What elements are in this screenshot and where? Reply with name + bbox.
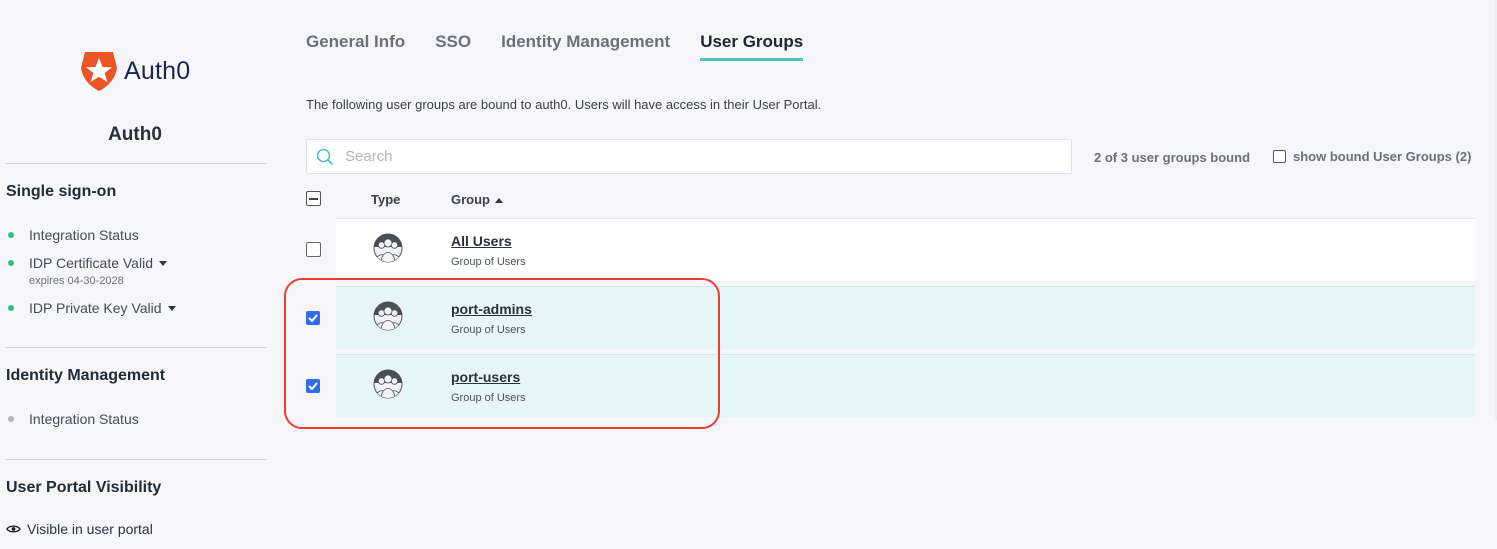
- checkmark-icon: [308, 314, 318, 322]
- group-type: Group of Users: [451, 256, 526, 268]
- search-icon: [316, 148, 334, 165]
- checkmark-icon: [308, 382, 318, 390]
- app-name: Auth0: [108, 124, 162, 145]
- description-text: The following user groups are bound to a…: [306, 97, 822, 112]
- bound-count: 2 of 3 user groups bound: [1094, 150, 1251, 165]
- group-name-link[interactable]: port-admins: [451, 301, 532, 317]
- auth0-shield-icon: [81, 52, 117, 91]
- section-title-user-portal-visibility: User Portal Visibility: [6, 479, 162, 496]
- tab-sso[interactable]: SSO: [435, 32, 471, 61]
- table-row: port-users Group of Users: [336, 354, 1475, 417]
- row-checkbox[interactable]: [306, 379, 320, 393]
- section-title-sso: Single sign-on: [6, 183, 117, 200]
- auth0-logo: Auth0: [80, 50, 190, 92]
- caret-down-icon[interactable]: [167, 305, 176, 311]
- tab-user-groups[interactable]: User Groups: [700, 32, 804, 61]
- visible-in-user-portal: Visible in user portal: [6, 521, 153, 537]
- column-header-group[interactable]: Group: [451, 192, 503, 207]
- row-checkbox[interactable]: [306, 242, 321, 257]
- divider: [6, 347, 266, 348]
- show-bound-checkbox[interactable]: [1273, 150, 1286, 163]
- show-bound-toggle[interactable]: show bound User Groups (2): [1273, 149, 1471, 164]
- group-name-link[interactable]: port-users: [451, 369, 520, 385]
- user-group-icon: [373, 233, 403, 263]
- certificate-expiry: expires 04-30-2028: [29, 275, 124, 287]
- column-header-type[interactable]: Type: [371, 192, 400, 207]
- status-dot-green: [8, 260, 14, 266]
- item-label: IDP Private Key Valid: [29, 300, 162, 316]
- section-title-identity-management: Identity Management: [6, 367, 166, 384]
- user-group-icon: [373, 301, 403, 331]
- item-label: Integration Status: [29, 411, 139, 427]
- table-row: All Users Group of Users: [336, 218, 1475, 281]
- search-input[interactable]: [343, 147, 1071, 166]
- item-label: Integration Status: [29, 227, 139, 243]
- eye-icon: [6, 525, 21, 533]
- search-box[interactable]: [306, 139, 1072, 174]
- status-dot-gray: [8, 416, 14, 422]
- show-bound-label[interactable]: show bound User Groups (2): [1293, 149, 1471, 164]
- caret-down-icon[interactable]: [158, 260, 167, 266]
- sso-integration-status: Integration Status: [8, 227, 139, 243]
- group-type: Group of Users: [451, 392, 526, 404]
- select-all-checkbox[interactable]: [306, 191, 321, 206]
- idp-private-key-valid[interactable]: IDP Private Key Valid: [8, 300, 176, 316]
- im-integration-status: Integration Status: [8, 411, 139, 427]
- user-group-icon: [373, 369, 403, 399]
- row-checkbox[interactable]: [306, 311, 320, 325]
- group-type: Group of Users: [451, 324, 526, 336]
- divider: [6, 459, 266, 460]
- item-label: Visible in user portal: [27, 521, 153, 537]
- sort-ascending-icon[interactable]: [495, 198, 503, 204]
- tab-general-info[interactable]: General Info: [306, 32, 405, 61]
- sidebar: Auth0 Auth0 Single sign-on Integration S…: [0, 0, 270, 549]
- item-label: IDP Certificate Valid: [29, 255, 153, 271]
- column-header-group-label[interactable]: Group: [451, 192, 490, 207]
- idp-certificate-valid[interactable]: IDP Certificate Valid: [8, 255, 167, 271]
- table-row: port-admins Group of Users: [336, 286, 1475, 349]
- divider: [6, 163, 266, 164]
- group-name-link[interactable]: All Users: [451, 233, 512, 249]
- logo-text: Auth0: [124, 56, 191, 85]
- tab-identity-management[interactable]: Identity Management: [501, 32, 670, 61]
- status-dot-green: [8, 305, 14, 311]
- tab-bar: General Info SSO Identity Management Use…: [306, 32, 833, 61]
- status-dot-green: [8, 232, 14, 238]
